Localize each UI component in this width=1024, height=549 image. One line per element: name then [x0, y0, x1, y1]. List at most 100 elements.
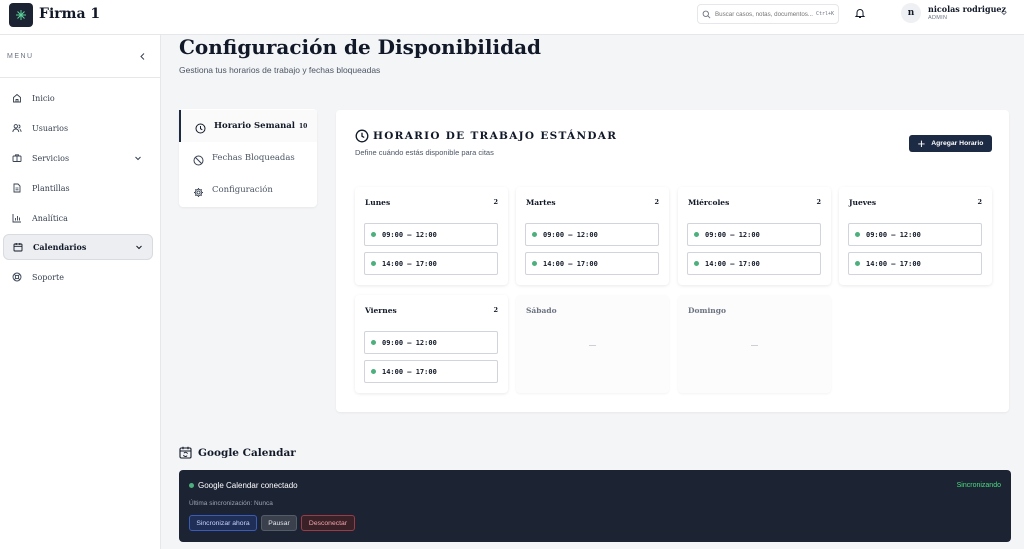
- clock-icon: [195, 121, 206, 133]
- sidebar-item-plantillas[interactable]: Plantillas: [3, 175, 153, 201]
- status-dot: [855, 232, 860, 237]
- day-name: Viernes: [365, 306, 397, 315]
- time-slot-text: 09:00 – 12:00: [866, 230, 921, 239]
- disconnect-button[interactable]: Desconectar: [301, 515, 355, 531]
- empty-placeholder: —: [589, 342, 596, 349]
- day-name: Jueves: [849, 198, 877, 207]
- avatar[interactable]: n: [901, 3, 921, 23]
- day-card-jueves: Jueves 2 09:00 – 12:00 14:00 – 17:00: [839, 187, 992, 285]
- tab-horario-semanal[interactable]: Horario Semanal 10: [179, 110, 317, 142]
- add-schedule-button[interactable]: + Agregar Horario: [909, 135, 992, 152]
- page-title: Configuración de Disponibilidad: [179, 35, 542, 59]
- menu-heading: MENU: [7, 53, 34, 60]
- file-icon: [12, 183, 22, 193]
- status-dot: [694, 261, 699, 266]
- tab-label: Configuración: [212, 185, 273, 195]
- search-input[interactable]: [715, 10, 816, 18]
- day-card-martes: Martes 2 09:00 – 12:00 14:00 – 17:00: [516, 187, 669, 285]
- time-slot[interactable]: 09:00 – 12:00: [848, 223, 982, 246]
- time-slot[interactable]: 14:00 – 17:00: [687, 252, 821, 275]
- user-name[interactable]: nicolas rodriguez: [928, 4, 1006, 14]
- time-slot[interactable]: 09:00 – 12:00: [364, 331, 498, 354]
- time-slot-text: 09:00 – 12:00: [543, 230, 598, 239]
- sidebar-item-label: Analítica: [32, 213, 68, 223]
- day-card-domingo: Domingo —: [678, 295, 831, 393]
- calendar-sync-icon: [179, 446, 192, 459]
- time-slot-text: 14:00 – 17:00: [382, 259, 437, 268]
- time-slot[interactable]: 09:00 – 12:00: [364, 223, 498, 246]
- status-dot: [189, 483, 194, 488]
- day-slot-count: 2: [654, 198, 659, 206]
- connection-status: Google Calendar conectado: [198, 481, 298, 490]
- status-dot: [694, 232, 699, 237]
- day-slot-count: 2: [493, 306, 498, 314]
- time-slot[interactable]: 09:00 – 12:00: [525, 223, 659, 246]
- sidebar-item-soporte[interactable]: Soporte: [3, 264, 153, 290]
- logo-icon[interactable]: [9, 3, 33, 27]
- time-slot[interactable]: 09:00 – 12:00: [687, 223, 821, 246]
- sidebar-item-usuarios[interactable]: Usuarios: [3, 115, 153, 141]
- sidebar-item-analitica[interactable]: Analítica: [3, 205, 153, 231]
- day-name: Sábado: [526, 306, 557, 315]
- user-role: ADMIN: [928, 15, 948, 21]
- tab-configuracion[interactable]: Configuración: [179, 174, 317, 206]
- divider: [0, 77, 160, 78]
- time-slot-text: 14:00 – 17:00: [543, 259, 598, 268]
- schedule-subtitle: Define cuándo estás disponible para cita…: [355, 148, 494, 157]
- sidebar-item-label: Inicio: [32, 93, 55, 103]
- status-dot: [371, 369, 376, 374]
- page-subtitle: Gestiona tus horarios de trabajo y fecha…: [179, 65, 381, 75]
- day-name: Martes: [526, 198, 556, 207]
- day-card-lunes: Lunes 2 09:00 – 12:00 14:00 – 17:00: [355, 187, 508, 285]
- time-slot[interactable]: 14:00 – 17:00: [525, 252, 659, 275]
- day-name: Domingo: [688, 306, 726, 315]
- pause-button[interactable]: Pausar: [261, 515, 297, 531]
- chevron-down-icon[interactable]: [134, 154, 142, 162]
- top-bar: Firma 1 Ctrl+K n nicolas rodriguez ADMIN: [0, 0, 1024, 35]
- status-dot: [532, 232, 537, 237]
- time-slot[interactable]: 14:00 – 17:00: [364, 360, 498, 383]
- status-dot: [371, 232, 376, 237]
- status-dot: [371, 340, 376, 345]
- search-box[interactable]: Ctrl+K: [697, 4, 839, 24]
- sidebar-item-inicio[interactable]: Inicio: [3, 85, 153, 111]
- sidebar-item-label: Servicios: [32, 153, 70, 163]
- chevron-down-icon[interactable]: [1000, 9, 1008, 17]
- sidebar-item-servicios[interactable]: Servicios: [3, 145, 153, 171]
- empty-placeholder: —: [751, 342, 758, 349]
- sidebar-item-calendarios[interactable]: Calendarios: [3, 234, 153, 260]
- briefcase-icon: [12, 153, 22, 163]
- time-slot[interactable]: 14:00 – 17:00: [364, 252, 498, 275]
- lifebuoy-icon: [12, 272, 22, 282]
- ban-icon: [193, 153, 204, 165]
- tab-count-badge: 10: [299, 122, 308, 130]
- brand-name[interactable]: Firma 1: [39, 6, 100, 22]
- day-name: Lunes: [365, 198, 391, 207]
- google-calendar-title: Google Calendar: [198, 447, 296, 459]
- sync-state-badge: Sincronizando: [956, 482, 1001, 489]
- time-slot-text: 09:00 – 12:00: [705, 230, 760, 239]
- sidebar-item-label: Usuarios: [32, 123, 69, 133]
- chevron-down-icon[interactable]: [135, 243, 143, 251]
- day-slot-count: 2: [977, 198, 982, 206]
- last-sync-text: Última sincronización: Nunca: [189, 500, 273, 507]
- day-slot-count: 2: [493, 198, 498, 206]
- chevron-left-icon[interactable]: [138, 52, 147, 61]
- bell-icon[interactable]: [854, 7, 866, 19]
- home-icon: [12, 93, 22, 103]
- tab-label: Fechas Bloqueadas: [212, 153, 295, 163]
- tab-label: Horario Semanal: [214, 121, 295, 131]
- settings-icon: [193, 185, 204, 197]
- search-icon: [702, 10, 711, 18]
- status-dot: [532, 261, 537, 266]
- status-dot: [855, 261, 860, 266]
- search-shortcut: Ctrl+K: [815, 11, 834, 17]
- sidebar-item-label: Calendarios: [33, 242, 87, 252]
- tab-fechas-bloqueadas[interactable]: Fechas Bloqueadas: [179, 142, 317, 174]
- sync-now-button[interactable]: Sincronizar ahora: [189, 515, 257, 531]
- sidebar: MENU Inicio Usuarios Servicios Plantilla…: [0, 35, 161, 549]
- day-card-viernes: Viernes 2 09:00 – 12:00 14:00 – 17:00: [355, 295, 508, 393]
- day-slot-count: 2: [816, 198, 821, 206]
- time-slot-text: 14:00 – 17:00: [705, 259, 760, 268]
- time-slot[interactable]: 14:00 – 17:00: [848, 252, 982, 275]
